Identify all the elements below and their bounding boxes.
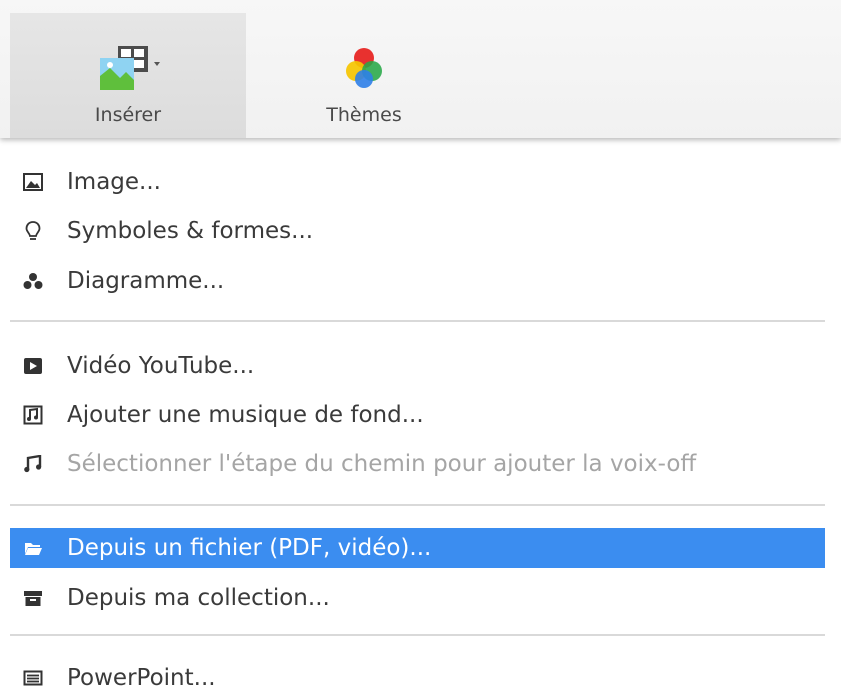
toolbar: Insérer Thèmes xyxy=(0,0,841,138)
menu-item-label: Sélectionner l'étape du chemin pour ajou… xyxy=(67,451,697,477)
menu-separator xyxy=(10,634,825,636)
menu-item-diagram[interactable]: Diagramme... xyxy=(10,261,825,301)
lightbulb-icon xyxy=(20,218,46,244)
themes-label: Thèmes xyxy=(326,104,402,126)
image-icon xyxy=(20,169,46,195)
menu-item-label: Diagramme... xyxy=(67,268,225,294)
menu-item-label: Ajouter une musique de fond... xyxy=(67,402,424,428)
menu-item-label: Symboles & formes... xyxy=(67,218,314,244)
music-file-icon xyxy=(20,402,46,428)
menu-separator xyxy=(10,320,825,322)
menu-item-label: PowerPoint... xyxy=(67,665,216,691)
folder-open-icon xyxy=(20,535,46,561)
menu-item-image[interactable]: Image... xyxy=(10,162,825,202)
powerpoint-icon xyxy=(20,665,46,691)
music-note-icon xyxy=(20,451,46,477)
menu-item-voiceover: Sélectionner l'étape du chemin pour ajou… xyxy=(10,444,825,484)
menu-item-background-music[interactable]: Ajouter une musique de fond... xyxy=(10,395,825,435)
play-icon xyxy=(20,353,46,379)
archive-icon xyxy=(20,585,46,611)
menu-item-from-collection[interactable]: Depuis ma collection... xyxy=(10,578,825,618)
menu-separator xyxy=(10,504,825,506)
insert-label: Insérer xyxy=(94,104,162,126)
themes-button[interactable]: Thèmes xyxy=(246,13,482,138)
insert-media-icon xyxy=(90,42,166,94)
themes-icon xyxy=(342,42,386,94)
menu-item-label: Vidéo YouTube... xyxy=(67,353,255,379)
menu-item-powerpoint[interactable]: PowerPoint... xyxy=(10,658,825,698)
diagram-icon xyxy=(20,268,46,294)
menu-item-from-file[interactable]: Depuis un fichier (PDF, vidéo)... xyxy=(10,528,825,568)
menu-item-symbols-shapes[interactable]: Symboles & formes... xyxy=(10,211,825,251)
menu-item-youtube-video[interactable]: Vidéo YouTube... xyxy=(10,346,825,386)
menu-item-label: Depuis ma collection... xyxy=(67,585,330,611)
menu-item-label: Image... xyxy=(67,169,161,195)
insert-button[interactable]: Insérer xyxy=(10,13,246,138)
menu-item-label: Depuis un fichier (PDF, vidéo)... xyxy=(67,535,432,561)
